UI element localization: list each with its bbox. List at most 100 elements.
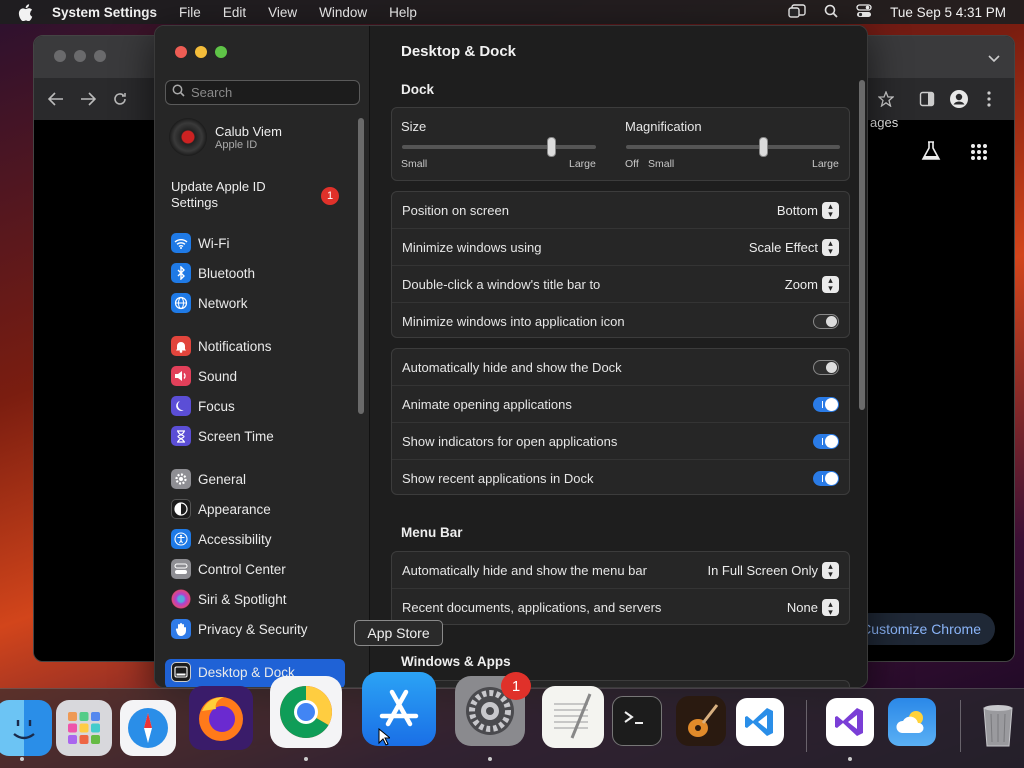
update-apple-id-settings[interactable]: Update Apple ID Settings: [171, 179, 301, 211]
finder-icon[interactable]: [0, 700, 52, 756]
auto-hide-dock-toggle[interactable]: [813, 359, 839, 375]
show-recent-apps-toggle[interactable]: [813, 471, 839, 486]
reload-icon[interactable]: [112, 91, 128, 112]
menu-help[interactable]: Help: [389, 5, 417, 20]
updown-chevron-icon: ▴ ▾: [822, 275, 839, 293]
popup-value: Zoom: [784, 276, 818, 292]
close-button[interactable]: [175, 46, 187, 58]
size-slider-track[interactable]: [402, 145, 596, 149]
system-settings-window: Calub Viem Apple ID Update Apple ID Sett…: [154, 25, 868, 688]
animate-opening-apps-row: Animate opening applications: [392, 386, 849, 423]
menu-window[interactable]: Window: [319, 5, 367, 20]
sidebar-item-label: Sound: [198, 368, 238, 384]
sidebar-item-sound[interactable]: Sound: [171, 365, 237, 387]
chrome-zoom-button[interactable]: [94, 50, 106, 62]
sidebar-item-siri-spotlight[interactable]: Siri & Spotlight: [171, 588, 287, 610]
weather-icon[interactable]: [888, 698, 936, 746]
vscode-icon[interactable]: [736, 698, 784, 746]
chrome-images-link[interactable]: ages: [870, 115, 898, 130]
chevron-down-icon[interactable]: [988, 50, 1000, 68]
minimize-button[interactable]: [195, 46, 207, 58]
minimize-effect-popup[interactable]: Scale Effect ▴ ▾: [749, 238, 839, 256]
back-arrow-icon[interactable]: [47, 92, 64, 111]
settings-sidebar: Calub Viem Apple ID Update Apple ID Sett…: [155, 26, 370, 687]
safari-icon[interactable]: [120, 700, 176, 756]
sidebar-item-control-center[interactable]: Control Center: [171, 558, 286, 580]
menu-app-name[interactable]: System Settings: [52, 5, 157, 20]
sidebar-item-notifications[interactable]: Notifications: [171, 335, 272, 357]
app-store-icon[interactable]: [362, 672, 436, 746]
sidebar-item-general[interactable]: General: [171, 468, 246, 490]
garageband-icon[interactable]: [676, 696, 726, 746]
textedit-icon[interactable]: [542, 686, 604, 748]
auto-hide-menu-bar-row: Automatically hide and show the menu bar…: [392, 552, 849, 589]
chrome-close-button[interactable]: [54, 50, 66, 62]
chrome-icon[interactable]: [270, 676, 342, 748]
show-recent-apps-row: Show recent applications in Dock: [392, 460, 849, 497]
magnification-slider-track[interactable]: [626, 145, 840, 149]
double-click-action-popup[interactable]: Zoom ▴ ▾: [784, 275, 839, 293]
size-label: Size: [401, 119, 427, 134]
zoom-button[interactable]: [215, 46, 227, 58]
menu-clock[interactable]: Tue Sep 5 4:31 PM: [890, 5, 1006, 20]
minimize-into-app-icon-toggle[interactable]: [813, 314, 839, 329]
sidebar-scrollbar[interactable]: [358, 118, 364, 414]
control-center-icon[interactable]: [856, 3, 872, 21]
sidebar-item-privacy-security[interactable]: Privacy & Security: [171, 618, 308, 640]
position-on-screen-row: Position on screen Bottom ▴ ▾: [392, 192, 849, 229]
sidebar-item-wifi[interactable]: Wi-Fi: [171, 232, 229, 254]
row-label: Automatically hide and show the menu bar: [402, 562, 647, 578]
sidebar-item-screen-time[interactable]: Screen Time: [171, 425, 274, 447]
terminal-icon[interactable]: [612, 696, 662, 746]
side-panel-icon[interactable]: [919, 91, 935, 112]
updown-chevron-icon: ▴ ▾: [822, 201, 839, 219]
row-label: Automatically hide and show the Dock: [402, 359, 622, 375]
size-min-label: Small: [401, 158, 428, 170]
menu-edit[interactable]: Edit: [223, 5, 246, 20]
search-input[interactable]: [191, 85, 351, 100]
sidebar-item-appearance[interactable]: Appearance: [171, 498, 271, 520]
menu-file[interactable]: File: [179, 5, 201, 20]
chrome-minimize-button[interactable]: [74, 50, 86, 62]
sidebar-item-network[interactable]: Network: [171, 292, 248, 314]
content-scrollbar[interactable]: [859, 80, 865, 410]
menu-view[interactable]: View: [268, 5, 297, 20]
apps-grid-icon[interactable]: [970, 143, 988, 166]
position-on-screen-popup[interactable]: Bottom ▴ ▾: [777, 201, 839, 219]
magnification-slider-knob[interactable]: [758, 137, 768, 157]
labs-flask-icon[interactable]: [920, 140, 942, 167]
auto-hide-menu-bar-popup[interactable]: In Full Screen Only ▴ ▾: [707, 561, 839, 579]
dock-separator: [960, 700, 961, 752]
settings-content: Desktop & Dock Dock Size Small Large Mag…: [371, 26, 867, 687]
apple-id-account[interactable]: Calub Viem Apple ID: [169, 118, 282, 156]
more-menu-icon[interactable]: [986, 91, 992, 112]
customize-chrome-button[interactable]: Customize Chrome: [853, 613, 995, 645]
running-indicator: [304, 757, 308, 761]
forward-arrow-icon[interactable]: [80, 92, 97, 111]
show-indicators-toggle[interactable]: [813, 433, 839, 449]
sidebar-item-bluetooth[interactable]: Bluetooth: [171, 262, 255, 284]
search-field[interactable]: [165, 80, 360, 105]
launchpad-icon[interactable]: [56, 700, 112, 756]
trash-icon[interactable]: [974, 698, 1022, 750]
stage-manager-icon[interactable]: [788, 3, 806, 21]
dock-sliders-panel: Size Small Large Magnification Off Small…: [391, 107, 850, 181]
animate-opening-apps-toggle[interactable]: [813, 396, 839, 412]
sidebar-item-label: General: [198, 471, 247, 487]
sidebar-item-label: Accessibility: [198, 531, 272, 547]
bookmark-star-icon[interactable]: [877, 90, 895, 112]
spotlight-search-icon[interactable]: [824, 4, 838, 21]
gear-icon: [171, 469, 191, 489]
sidebar-item-focus[interactable]: Focus: [171, 395, 235, 417]
apple-menu-icon[interactable]: [18, 3, 36, 21]
row-label: Show indicators for open applications: [402, 433, 618, 449]
show-indicators-row: Show indicators for open applications: [392, 423, 849, 460]
visual-studio-icon[interactable]: [826, 698, 874, 746]
profile-avatar-icon[interactable]: [949, 89, 969, 114]
recent-documents-row: Recent documents, applications, and serv…: [392, 589, 849, 626]
recent-documents-popup[interactable]: None ▴ ▾: [787, 599, 839, 616]
sidebar-item-label: Privacy & Security: [198, 621, 308, 637]
size-slider-knob[interactable]: [547, 137, 557, 157]
firefox-icon[interactable]: [189, 686, 253, 750]
sidebar-item-accessibility[interactable]: Accessibility: [171, 528, 272, 550]
